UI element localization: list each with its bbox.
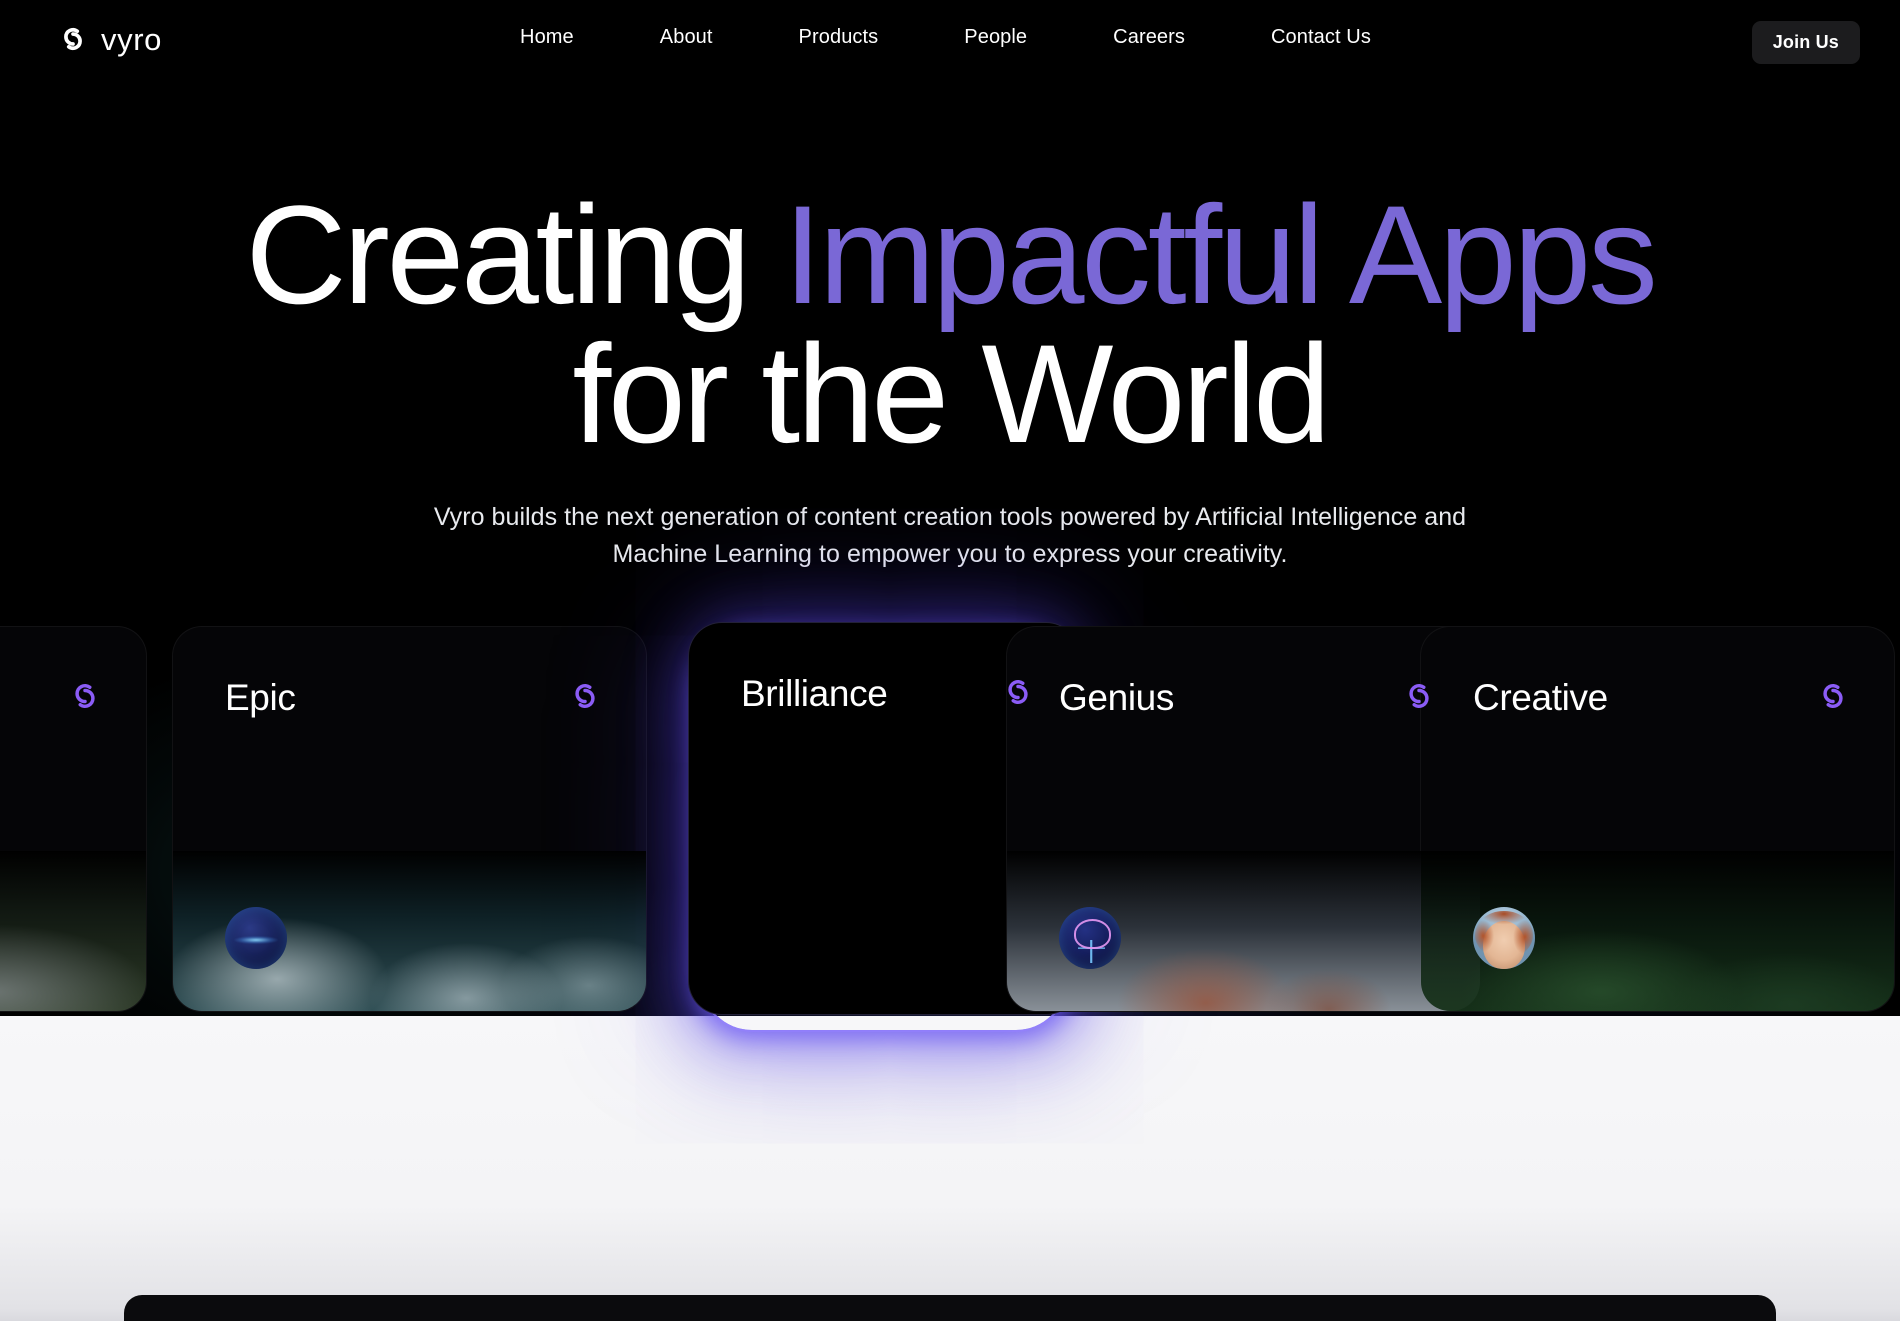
brain-circuit-icon xyxy=(1059,907,1121,969)
product-card-image xyxy=(0,851,146,1011)
product-card[interactable] xyxy=(0,626,147,1012)
nav-item-products[interactable]: Products xyxy=(756,18,922,57)
nav-item-home[interactable]: Home xyxy=(486,18,617,57)
lower-light-section xyxy=(0,1016,1900,1321)
headline-accent: Impactful Apps xyxy=(783,176,1658,333)
nav-item-contact-us[interactable]: Contact Us xyxy=(1228,18,1414,57)
person-portrait-icon xyxy=(1473,907,1535,969)
headline-part-1: Creating xyxy=(245,176,784,333)
landing-page: vyro Home About Products People Careers … xyxy=(0,0,1900,1321)
next-section-bar xyxy=(124,1295,1776,1321)
product-card[interactable]: Epic xyxy=(172,626,647,1012)
hero-subcopy: Vyro builds the next generation of conte… xyxy=(433,503,1467,568)
product-card[interactable]: Creative xyxy=(1420,626,1895,1012)
vyro-swirl-logo-icon xyxy=(575,684,595,708)
product-card-title: Creative xyxy=(1473,677,1608,718)
product-card-title: Epic xyxy=(225,677,296,718)
page-title: Creating Impactful Apps for the World xyxy=(0,185,1900,472)
globe-network-icon xyxy=(225,907,287,969)
headline-line-2: for the World xyxy=(572,314,1331,472)
join-us-button[interactable]: Join Us xyxy=(1751,21,1860,64)
product-card-title: Genius xyxy=(1059,677,1175,718)
nav-item-about[interactable]: About xyxy=(617,18,756,57)
vyro-swirl-logo-icon xyxy=(75,684,95,708)
nav-links: Home About Products People Careers Conta… xyxy=(0,18,1900,57)
hero-copy: Creating Impactful Apps for the World Vy… xyxy=(0,185,1900,573)
vyro-swirl-logo-icon xyxy=(1823,684,1843,708)
product-card[interactable]: Genius xyxy=(1006,626,1481,1012)
main-navigation-bar: vyro Home About Products People Careers … xyxy=(0,0,1900,86)
vyro-swirl-logo-icon xyxy=(1409,684,1429,708)
nav-item-careers[interactable]: Careers xyxy=(1070,18,1228,57)
product-card-title: Brilliance xyxy=(741,673,888,714)
vyro-swirl-logo-icon xyxy=(1008,680,1028,704)
nav-item-people[interactable]: People xyxy=(921,18,1070,57)
